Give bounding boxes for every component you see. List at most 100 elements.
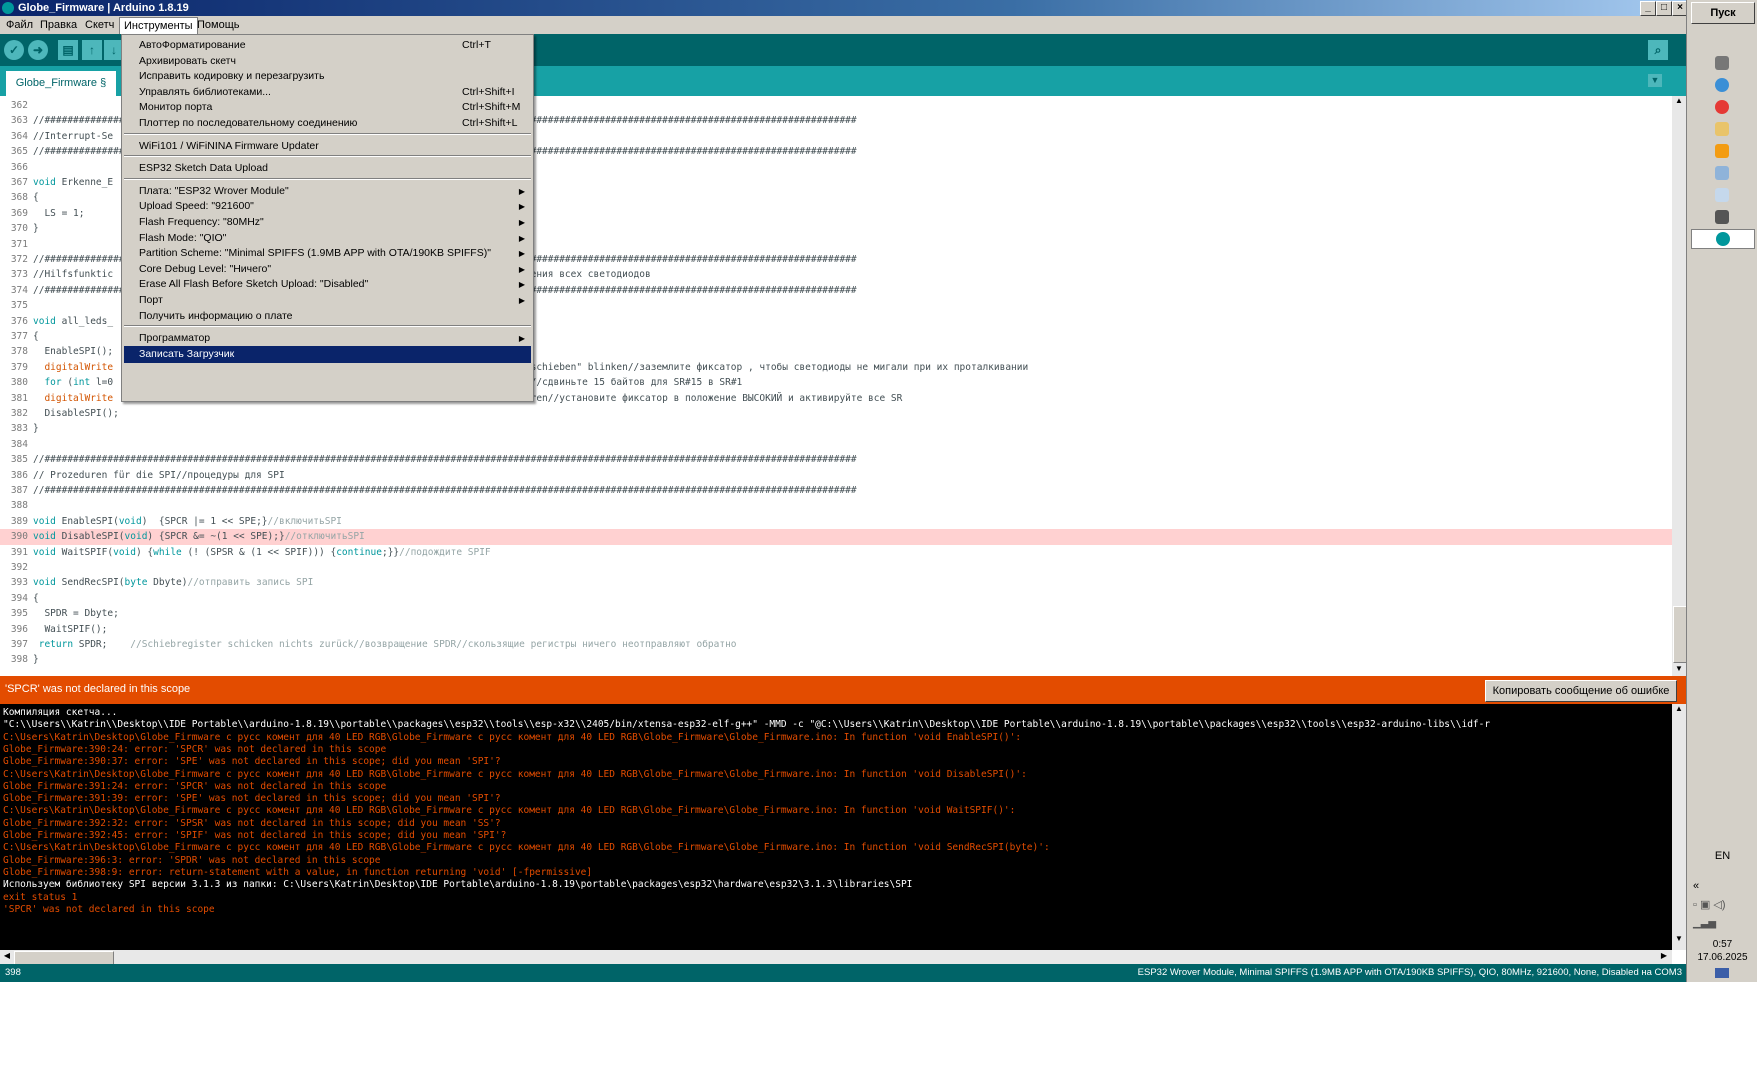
tools-menu-item[interactable]: Получить информацию о плате [124,308,531,325]
new-sketch-button[interactable]: ▤ [58,40,78,60]
line-number: 371 [10,238,28,250]
tab-globe-firmware[interactable]: Globe_Firmware § [6,71,116,96]
code-line[interactable]: 389 void EnableSPI(void) {SPCR |= 1 << SP… [0,514,1672,529]
code-line[interactable]: 397 return SPDR; //Schiebregister schick… [0,637,1672,652]
code-token: //отключитьSPI [284,531,365,543]
code-line[interactable]: 398} [0,652,1672,667]
console-scroll-thumb[interactable] [14,951,114,965]
menu-item-label: Порт [139,294,163,306]
code-line[interactable]: 384 [0,437,1672,452]
tools-menu-item[interactable]: Плата: "ESP32 Wrover Module" ▶ [124,183,531,200]
chevron-left-icon[interactable]: « [1693,880,1699,892]
line-number: 370 [10,223,28,235]
tab-menu-chevron-icon[interactable]: ▼ [1648,74,1662,87]
tools-menu-item[interactable]: Partition Scheme: "Minimal SPIFFS (1.9MB… [124,245,531,262]
menu-item-label: Плата: "ESP32 Wrover Module" [139,184,289,197]
editor-vertical-scrollbar[interactable]: ▲ ▼ [1672,96,1687,676]
language-indicator[interactable]: EN [1687,850,1757,862]
code-token: //включитьSPI [267,515,342,527]
scroll-up-icon[interactable]: ▲ [1673,704,1685,716]
code-line[interactable]: 388 [0,498,1672,513]
menu-item-label: Получить информацию о плате [139,309,293,322]
window-title-bar: Globe_Firmware | Arduino 1.8.19 _ □ × [0,0,1688,16]
tools-menu-item[interactable]: Upload Speed: "921600" ▶ [124,198,531,215]
submenu-arrow-icon: ▶ [518,202,525,212]
code-line[interactable]: 383} [0,421,1672,436]
code-line[interactable]: 387 //###################################… [0,483,1672,498]
code-line[interactable]: 396 WaitSPIF(); [0,622,1672,637]
code-line[interactable]: 392 [0,560,1672,575]
tools-menu-item[interactable]: Архивировать скетч [124,53,531,70]
tools-menu-item[interactable]: Core Debug Level: "Ничего" ▶ [124,261,531,278]
calculator-icon[interactable] [1715,188,1729,202]
menu-bar: Файл Правка Скетч Инструменты Помощь [0,16,1686,34]
media-player-icon[interactable] [1715,144,1729,158]
code-line[interactable]: 385 //###################################… [0,452,1672,467]
browser-icon[interactable] [1715,56,1729,70]
code-text: { [33,591,39,606]
code-line[interactable]: 382 DisableSPI(); [0,406,1672,421]
menu-tools[interactable]: Инструменты [119,17,198,34]
scroll-right-icon[interactable]: ▶ [1658,951,1670,963]
copy-error-button[interactable]: Копировать сообщение об ошибке [1485,680,1677,702]
scroll-left-icon[interactable]: ◀ [1,951,13,963]
menu-file[interactable]: Файл [2,17,37,33]
menu-help[interactable]: Помощь [193,17,244,33]
open-sketch-button[interactable]: ↑ [82,40,102,60]
serial-monitor-button[interactable]: ⌕ [1648,40,1668,60]
code-line[interactable]: 391 void WaitSPIF(void) {while (! (SPSR &… [0,545,1672,560]
network-icon[interactable] [1715,166,1729,180]
menu-sketch[interactable]: Скетч [81,17,118,33]
editor-scroll-thumb[interactable] [1673,606,1687,663]
scroll-down-icon[interactable]: ▼ [1673,664,1685,676]
line-number: 397 [10,639,28,650]
tools-menu-item[interactable]: Порт ▶ [124,292,531,309]
arduino-taskbar-button[interactable] [1691,229,1755,249]
show-desktop-icon[interactable] [1715,968,1729,978]
tools-menu-item[interactable]: Плоттер по последовательному соединению C… [124,115,531,132]
code-line[interactable]: 390 void DisableSPI(void) {SPCR &= ~(1 <<… [0,529,1672,545]
scroll-up-icon[interactable]: ▲ [1673,96,1685,108]
grid-app-icon[interactable] [1715,210,1729,224]
tools-menu-item[interactable]: Монитор порта Ctrl+Shift+M [124,99,531,116]
yandex-icon[interactable] [1715,100,1729,114]
submenu-arrow-icon: ▶ [518,233,525,243]
clock[interactable]: 0:57 17.06.2025 [1687,938,1757,964]
start-button[interactable]: Пуск [1691,2,1755,24]
magnifier-icon: ⌕ [1654,43,1662,57]
tools-menu-item[interactable]: Flash Frequency: "80MHz" ▶ [124,214,531,231]
window-title: Globe_Firmware | Arduino 1.8.19 [18,2,189,14]
code-line[interactable]: 395 SPDR = Dbyte; [0,606,1672,621]
console-horizontal-scrollbar[interactable]: ◀ ▶ [0,950,1672,965]
code-line[interactable]: 386 // Prozeduren für die SPI//процедуры … [0,468,1672,483]
tools-menu-item[interactable]: АвтоФорматирование Ctrl+T [124,37,531,54]
scroll-down-icon[interactable]: ▼ [1673,934,1685,946]
tools-menu-item[interactable]: Исправить кодировку и перезагрузить [124,68,531,85]
code-token: void [33,531,56,543]
menu-edit[interactable]: Правка [36,17,81,33]
upload-button[interactable]: ➜ [28,40,48,60]
tools-menu-item[interactable]: ESP32 Sketch Data Upload [124,160,531,177]
code-line[interactable]: 394 { [0,591,1672,606]
line-number: 362 [10,100,28,111]
tools-menu-item[interactable]: Записать Загрузчик [124,345,531,363]
folder-icon[interactable] [1715,122,1729,136]
tools-menu-item[interactable]: Flash Mode: "QIO" ▶ [124,230,531,247]
code-token: digitalWrite [33,361,114,373]
tools-menu-item[interactable]: Erase All Flash Before Sketch Upload: "D… [124,276,531,293]
tools-menu-item[interactable]: Программатор ▶ [124,330,531,347]
line-number: 390 [10,531,28,543]
code-token: ) {SPCR |= 1 << SPE;} [141,515,268,527]
code-token: WaitSPIF(); [33,623,108,635]
maximize-button[interactable]: □ [1656,1,1672,16]
code-token: digitalWrite [33,392,114,404]
submenu-arrow-icon: ▶ [518,264,525,274]
tools-menu-item[interactable]: WiFi101 / WiFiNINA Firmware Updater [124,138,531,155]
verify-button[interactable]: ✓ [4,40,24,60]
code-line[interactable]: 393 void SendRecSPI(byte Dbyte)//отправит… [0,575,1672,590]
console-vertical-scrollbar[interactable]: ▲ ▼ [1672,704,1686,950]
minimize-button[interactable]: _ [1640,1,1656,16]
console-output[interactable]: Компиляция скетча... "C:\\Users\\Katrin\\… [0,704,1672,950]
tools-menu-item[interactable]: Управлять библиотеками... Ctrl+Shift+I [124,84,531,101]
internet-explorer-icon[interactable] [1715,78,1729,92]
